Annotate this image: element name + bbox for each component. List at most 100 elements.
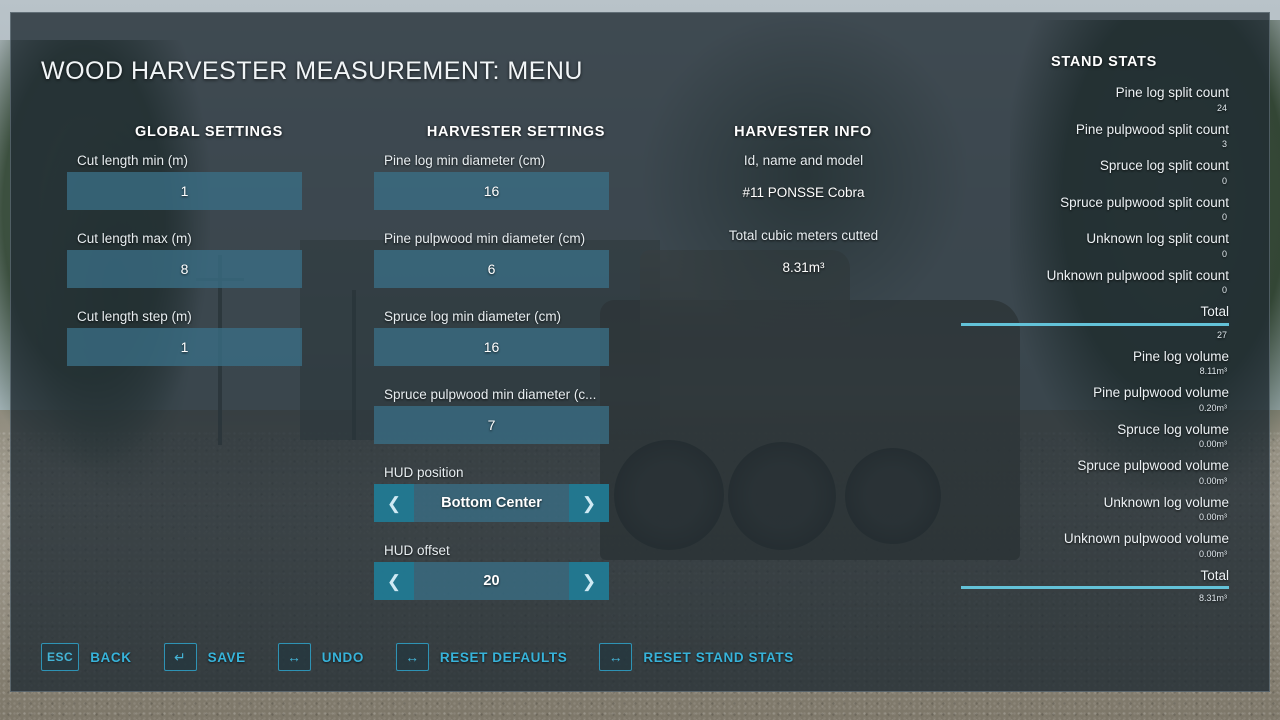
setting-label: Cut length step (m) <box>77 309 192 324</box>
stat-row: Unknown log split count 0 <box>961 231 1229 259</box>
stat-row: Pine log split count 24 <box>961 85 1229 113</box>
stat-label: Spruce pulpwood volume <box>1077 458 1229 474</box>
stat-value: 0.20m³ <box>1198 402 1227 413</box>
column-header-harvester-info: HARVESTER INFO <box>734 124 872 140</box>
stat-label: Total <box>1200 304 1229 320</box>
stat-row-total-volume: Total 8.31m³ <box>961 567 1229 604</box>
hud-position-stepper: ❮ Bottom Center ❯ <box>374 484 609 522</box>
setting-value-input[interactable]: 8 <box>67 250 302 288</box>
stat-value: 27 <box>1216 329 1227 340</box>
stat-label: Pine log volume <box>1132 348 1229 364</box>
action-undo[interactable]: ↔ UNDO <box>277 643 364 671</box>
chevron-left-icon[interactable]: ❮ <box>374 484 414 522</box>
setting-label: Pine pulpwood min diameter (cm) <box>384 231 586 246</box>
action-reset-defaults[interactable]: ↔ RESET DEFAULTS <box>395 643 568 671</box>
setting-label: HUD offset <box>384 543 450 558</box>
setting-value-input[interactable]: 1 <box>67 172 302 210</box>
setting-value-input[interactable]: 6 <box>374 250 609 288</box>
column-header-global-settings: GLOBAL SETTINGS <box>135 124 283 140</box>
info-value-total-cubic-meters: 8.31m³ <box>782 260 825 275</box>
column-header-stand-stats: STAND STATS <box>1051 54 1157 70</box>
setting-label: Cut length max (m) <box>77 231 192 246</box>
setting-label: Spruce log min diameter (cm) <box>384 309 562 324</box>
stat-label: Unknown pulpwood volume <box>1063 531 1229 547</box>
stat-value: 0 <box>1221 175 1227 186</box>
stat-row: Spruce pulpwood split count 0 <box>961 195 1229 223</box>
stat-label: Pine log split count <box>1115 85 1229 100</box>
stat-value: 8.11m³ <box>1199 366 1227 377</box>
setting-label: Spruce pulpwood min diameter (c... <box>384 387 597 402</box>
stat-label: Pine pulpwood split count <box>1075 121 1229 137</box>
setting-value-input[interactable]: 7 <box>374 406 609 444</box>
action-label: UNDO <box>321 649 364 665</box>
hud-offset-value[interactable]: 20 <box>414 562 569 600</box>
setting-hud-offset: HUD offset ❮ 20 ❯ <box>374 543 609 600</box>
stat-label: Total <box>1200 567 1229 583</box>
info-label-id-name-model: Id, name and model <box>743 153 864 168</box>
hud-position-value[interactable]: Bottom Center <box>414 484 569 522</box>
chevron-right-icon[interactable]: ❯ <box>569 484 609 522</box>
action-bar: ESC BACK ↵ SAVE ↔ UNDO ↔ RESET DEFAULTS … <box>41 643 826 671</box>
setting-label: Cut length min (m) <box>77 153 189 168</box>
stat-row: Pine pulpwood volume 0.20m³ <box>961 385 1229 413</box>
stat-value: 0.00m³ <box>1198 512 1227 523</box>
enter-key[interactable]: ↵ <box>163 643 197 671</box>
harvester-info-column: Id, name and model #11 PONSSE Cobra Tota… <box>671 153 936 303</box>
setting-value-input[interactable]: 16 <box>374 172 609 210</box>
stat-label: Unknown pulpwood split count <box>1046 267 1229 283</box>
setting-spruce-pulpwood-min-diameter: Spruce pulpwood min diameter (c... 7 <box>374 387 609 444</box>
stat-row: Spruce pulpwood volume 0.00m³ <box>961 458 1229 486</box>
stat-value: 0 <box>1221 212 1227 223</box>
stat-label: Spruce pulpwood split count <box>1060 194 1229 210</box>
stat-value: 24 <box>1216 102 1227 113</box>
action-reset-stand-stats[interactable]: ↔ RESET STAND STATS <box>599 643 793 671</box>
stat-row: Spruce log volume 0.00m³ <box>961 422 1229 450</box>
page-title: WOOD HARVESTER MEASUREMENT: MENU <box>41 57 583 85</box>
info-value-id-name-model: #11 PONSSE Cobra <box>742 185 865 200</box>
stat-divider <box>961 586 1229 590</box>
setting-value-input[interactable]: 16 <box>374 328 609 366</box>
stat-row: Pine log volume 8.11m³ <box>961 349 1229 377</box>
chevron-left-icon[interactable]: ❮ <box>374 562 414 600</box>
action-label: RESET DEFAULTS <box>439 649 568 665</box>
stat-row: Spruce log split count 0 <box>961 158 1229 186</box>
stand-stats-column: Pine log split count 24 Pine pulpwood sp… <box>961 85 1229 612</box>
action-label: BACK <box>90 649 132 665</box>
stat-value: 3 <box>1221 139 1227 150</box>
stat-row: Pine pulpwood split count 3 <box>961 122 1229 150</box>
setting-pine-log-min-diameter: Pine log min diameter (cm) 16 <box>374 153 609 210</box>
setting-pine-pulpwood-min-diameter: Pine pulpwood min diameter (cm) 6 <box>374 231 609 288</box>
setting-label: HUD position <box>384 465 464 480</box>
stat-row-total-split-count: Total 27 <box>961 304 1229 340</box>
esc-key[interactable]: ESC <box>41 643 80 671</box>
setting-spruce-log-min-diameter: Spruce log min diameter (cm) 16 <box>374 309 609 366</box>
stat-label: Unknown log volume <box>1103 494 1229 510</box>
setting-label: Pine log min diameter (cm) <box>384 153 546 168</box>
stat-label: Spruce log split count <box>1099 158 1229 174</box>
setting-value-input[interactable]: 1 <box>67 328 302 366</box>
action-label: RESET STAND STATS <box>643 649 794 665</box>
stat-value: 0.00m³ <box>1198 548 1227 559</box>
setting-cut-length-step: Cut length step (m) 1 <box>67 309 302 366</box>
stat-row: Unknown pulpwood split count 0 <box>961 268 1229 296</box>
harvester-settings-column: Pine log min diameter (cm) 16 Pine pulpw… <box>374 153 609 621</box>
column-header-harvester-settings: HARVESTER SETTINGS <box>426 124 606 140</box>
action-label: SAVE <box>207 649 246 665</box>
left-right-key[interactable]: ↔ <box>395 643 429 671</box>
stat-value: 0 <box>1221 285 1227 296</box>
stat-row: Unknown log volume 0.00m³ <box>961 495 1229 523</box>
info-label-total-cubic-meters: Total cubic meters cutted <box>728 228 879 243</box>
stat-value: 8.31m³ <box>1198 593 1227 604</box>
stat-label: Pine pulpwood volume <box>1093 385 1229 401</box>
left-right-key[interactable]: ↔ <box>277 643 311 671</box>
hud-offset-stepper: ❮ 20 ❯ <box>374 562 609 600</box>
stat-label: Spruce log volume <box>1117 421 1229 437</box>
stat-value: 0.00m³ <box>1198 475 1227 486</box>
action-save[interactable]: ↵ SAVE <box>163 643 246 671</box>
chevron-right-icon[interactable]: ❯ <box>569 562 609 600</box>
action-back[interactable]: ESC BACK <box>41 643 132 671</box>
left-right-key[interactable]: ↔ <box>599 643 633 671</box>
global-settings-column: Cut length min (m) 1 Cut length max (m) … <box>67 153 302 387</box>
setting-hud-position: HUD position ❮ Bottom Center ❯ <box>374 465 609 522</box>
stat-label: Unknown log split count <box>1086 231 1229 247</box>
